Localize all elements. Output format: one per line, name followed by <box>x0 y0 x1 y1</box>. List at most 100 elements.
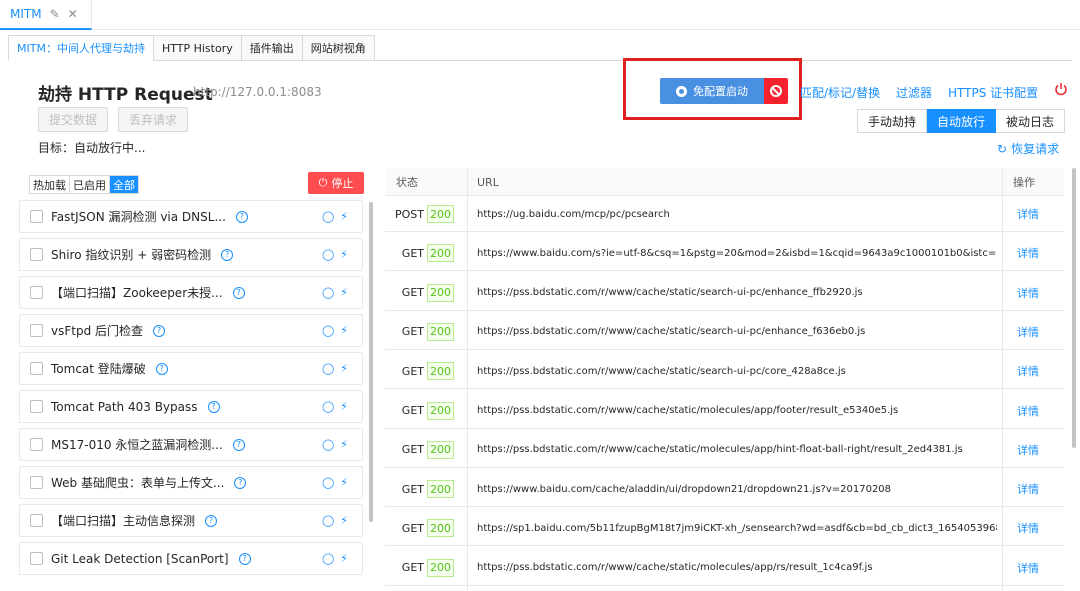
user-icon[interactable]: ◯ <box>322 476 334 489</box>
help-icon[interactable]: ? <box>207 400 220 413</box>
lightning-icon[interactable]: ⚡ <box>340 400 348 413</box>
help-icon[interactable]: ? <box>235 210 248 223</box>
plugin-name: 【端口扫描】主动信息探测 <box>51 514 196 528</box>
detail-link[interactable]: 详情 <box>1017 510 1039 546</box>
lightning-icon[interactable]: ⚡ <box>340 248 348 261</box>
table-row[interactable]: GET 200 https://pss.bdstatic.com/r/www/cac… <box>385 314 1064 350</box>
user-icon[interactable]: ◯ <box>322 438 334 451</box>
lightning-icon[interactable]: ⚡ <box>340 286 348 299</box>
plugin-item[interactable]: Tomcat 登陆爆破? ◯ ⚡ <box>19 352 363 385</box>
pencil-icon[interactable]: ✎ <box>50 7 60 21</box>
detail-link[interactable]: 详情 <box>1017 550 1039 586</box>
table-row[interactable]: GET 200 https://pss.bdstatic.com/r/www/cac… <box>385 353 1064 390</box>
mode-passive-log[interactable]: 被动日志 <box>996 109 1066 133</box>
detail-link[interactable]: 详情 <box>1017 432 1039 468</box>
help-icon[interactable]: ? <box>221 248 234 261</box>
plugin-item[interactable]: Tomcat Path 403 Bypass? ◯ ⚡ <box>19 390 363 423</box>
plugin-list-scrollbar[interactable] <box>369 202 373 522</box>
tab-http-history[interactable]: HTTP History <box>152 35 241 61</box>
plugin-checkbox[interactable] <box>30 400 43 413</box>
help-icon[interactable]: ? <box>232 438 245 451</box>
plugin-item[interactable]: Git Leak Detection [ScanPort]? ◯ ⚡ <box>19 542 363 575</box>
filter-enabled[interactable]: 已启用 <box>69 176 109 193</box>
request-method: GET <box>401 443 424 457</box>
table-row[interactable]: GET 200 https://www.baidu.com/s?ie=utf-8&c… <box>385 235 1064 272</box>
help-icon[interactable]: ? <box>232 286 245 299</box>
table-row[interactable]: POST 200 https://ug.baidu.com/mcp/pc/pcsea… <box>385 196 1064 232</box>
editor-tab-mitm[interactable]: MITM ✎ ✕ <box>0 0 92 30</box>
detail-link[interactable]: 详情 <box>1017 235 1039 271</box>
help-icon[interactable]: ? <box>234 476 247 489</box>
lightning-icon[interactable]: ⚡ <box>340 324 348 337</box>
plugin-item[interactable]: 【端口扫描】Zookeeper未授...? ◯ ⚡ <box>19 276 363 309</box>
tab-mitm[interactable]: MITM：中间人代理与劫持 <box>8 35 153 61</box>
https-cert-link[interactable]: HTTPS 证书配置 <box>948 84 1038 101</box>
help-icon[interactable]: ? <box>153 324 166 337</box>
plugin-checkbox[interactable] <box>30 476 43 489</box>
mode-auto-pass[interactable]: 自动放行 <box>927 109 997 133</box>
mode-switch: 手动劫持 自动放行 被动日志 <box>857 109 1066 133</box>
user-icon[interactable]: ◯ <box>322 400 334 413</box>
lightning-icon[interactable]: ⚡ <box>340 514 348 527</box>
plugin-checkbox[interactable] <box>30 248 43 261</box>
power-icon[interactable] <box>1054 82 1068 96</box>
stop-plugins-button[interactable]: ⏻ 停止 <box>308 172 364 194</box>
submit-data-button[interactable]: 提交数据 <box>38 107 109 132</box>
detail-link[interactable]: 详情 <box>1017 196 1039 232</box>
table-row[interactable]: GET 200 https://pss.bdstatic.com/r/www/cac… <box>385 432 1064 468</box>
status-cell: GET 200 <box>385 393 467 429</box>
user-icon[interactable]: ◯ <box>322 210 334 223</box>
filter-hot-load[interactable]: 热加载 <box>30 176 69 193</box>
lightning-icon[interactable]: ⚡ <box>340 438 348 451</box>
plugin-item[interactable]: vsFtpd 后门检查? ◯ ⚡ <box>19 314 363 347</box>
discard-request-button[interactable]: 丢弃请求 <box>118 107 189 132</box>
plugin-item[interactable]: FastJSON 漏洞检测 via DNSL...? ◯ ⚡ <box>19 200 363 233</box>
filter-all[interactable]: 全部 <box>109 176 138 193</box>
tab-site-tree[interactable]: 网站树视角 <box>301 35 375 61</box>
plugin-checkbox[interactable] <box>30 210 43 223</box>
table-row[interactable]: GET 200 https://pss.bdstatic.com/r/www/cac… <box>385 275 1064 311</box>
plugin-checkbox[interactable] <box>30 324 43 337</box>
table-row[interactable]: GET 200 https://pss.bdstatic.com/r/www/cac… <box>385 550 1064 586</box>
plugin-checkbox[interactable] <box>30 438 43 451</box>
table-row[interactable]: GET 200 https://www.baidu.com/cache/aladdi… <box>385 471 1064 508</box>
table-scrollbar[interactable] <box>1072 168 1076 448</box>
restore-request-link[interactable]: ↻ 恢复请求 <box>997 140 1059 157</box>
user-icon[interactable]: ◯ <box>322 514 334 527</box>
tab-plugin-output[interactable]: 插件输出 <box>240 35 302 61</box>
table-row[interactable]: GET 200 https://pss.bdstatic.com/r/www/cac… <box>385 393 1064 429</box>
detail-link[interactable]: 详情 <box>1017 353 1039 389</box>
table-row[interactable]: GET 200 https://sp1.baidu.com/5b11fzupBgM1… <box>385 510 1064 547</box>
lightning-icon[interactable]: ⚡ <box>340 552 348 565</box>
lightning-icon[interactable]: ⚡ <box>340 476 348 489</box>
user-icon[interactable]: ◯ <box>322 324 334 337</box>
plugin-item[interactable]: 【端口扫描】主动信息探测? ◯ ⚡ <box>19 504 363 537</box>
lightning-icon[interactable]: ⚡ <box>340 210 348 223</box>
help-icon[interactable]: ? <box>205 514 218 527</box>
mode-manual-hijack[interactable]: 手动劫持 <box>857 109 928 133</box>
plugin-item[interactable]: MS17-010 永恒之蓝漏洞检测...? ◯ ⚡ <box>19 428 363 461</box>
lightning-icon[interactable]: ⚡ <box>340 362 348 375</box>
filter-link[interactable]: 过滤器 <box>896 84 932 101</box>
plugin-checkbox[interactable] <box>30 286 43 299</box>
help-icon[interactable]: ? <box>155 362 168 375</box>
detail-link[interactable]: 详情 <box>1017 275 1039 311</box>
user-icon[interactable]: ◯ <box>322 286 334 299</box>
user-icon[interactable]: ◯ <box>322 552 334 565</box>
close-icon[interactable]: ✕ <box>68 7 78 21</box>
user-icon[interactable]: ◯ <box>322 248 334 261</box>
plugin-item[interactable]: Web 基础爬虫：表单与上传文...? ◯ ⚡ <box>19 466 363 499</box>
plugin-checkbox[interactable] <box>30 514 43 527</box>
plugin-checkbox[interactable] <box>30 552 43 565</box>
status-cell: GET 200 <box>385 235 467 271</box>
user-icon[interactable]: ◯ <box>322 362 334 375</box>
plugin-checkbox[interactable] <box>30 362 43 375</box>
refresh-icon: ↻ <box>997 141 1008 156</box>
help-icon[interactable]: ? <box>238 552 251 565</box>
detail-link[interactable]: 详情 <box>1017 314 1039 350</box>
detail-link[interactable]: 详情 <box>1017 393 1039 429</box>
plugin-item[interactable]: Shiro 指纹识别 + 弱密码检测? ◯ ⚡ <box>19 238 363 271</box>
detail-link[interactable]: 详情 <box>1017 471 1039 507</box>
match-replace-link[interactable]: 匹配/标记/替换 <box>800 84 880 101</box>
power-icon: ⏻ <box>318 176 328 189</box>
